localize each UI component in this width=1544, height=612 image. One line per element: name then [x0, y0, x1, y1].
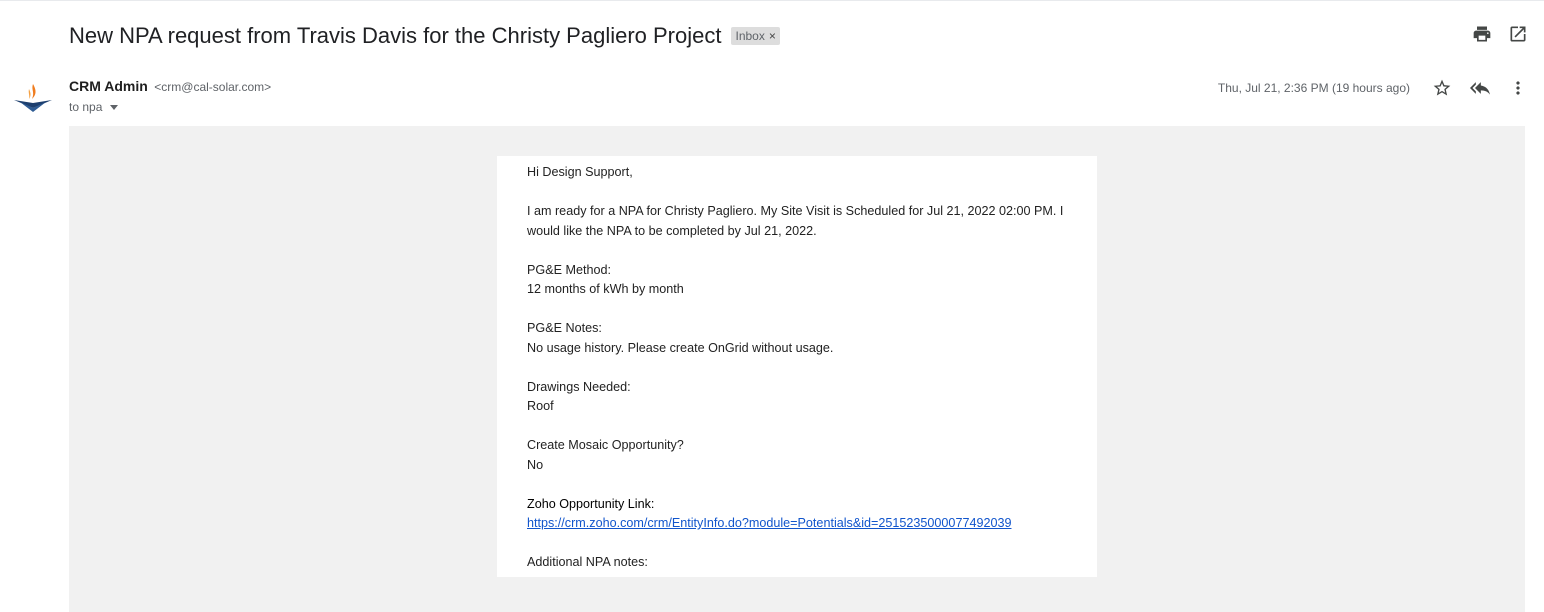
- sender-email: <crm@cal-solar.com>: [154, 80, 272, 94]
- zoho-section: Zoho Opportunity Link: https://crm.zoho.…: [527, 495, 1067, 534]
- drawings-value: Roof: [527, 399, 554, 413]
- sender-block: CRM Admin <crm@cal-solar.com> to npa: [69, 78, 271, 114]
- recipient-text: to npa: [69, 100, 103, 114]
- drawings-label: Drawings Needed:: [527, 379, 631, 394]
- star-icon[interactable]: [1432, 78, 1452, 98]
- pge-method-section: PG&E Method: 12 months of kWh by month: [527, 261, 1067, 300]
- pge-notes-value: No usage history. Please create OnGrid w…: [527, 340, 834, 355]
- mosaic-label: Create Mosaic Opportunity?: [527, 438, 684, 452]
- pge-method-value: 12 months of kWh by month: [527, 282, 684, 296]
- show-details-chevron-down-icon[interactable]: [110, 104, 119, 110]
- message-body-background: Hi Design Support, I am ready for a NPA …: [69, 126, 1525, 612]
- message-card: Hi Design Support, I am ready for a NPA …: [497, 156, 1097, 577]
- remove-label-button[interactable]: ×: [769, 29, 776, 43]
- pge-notes-section: PG&E Notes: No usage history. Please cre…: [527, 319, 1067, 358]
- open-in-new-icon[interactable]: [1508, 24, 1528, 44]
- print-icon[interactable]: [1472, 24, 1492, 44]
- zoho-opportunity-link[interactable]: https://crm.zoho.com/crm/EntityInfo.do?m…: [527, 516, 1011, 530]
- inbox-label-text: Inbox: [735, 29, 765, 43]
- more-vert-icon[interactable]: [1508, 78, 1528, 98]
- subject-row: New NPA request from Travis Davis for th…: [69, 18, 780, 54]
- pge-method-label: PG&E Method:: [527, 262, 611, 277]
- additional-notes-label: Additional NPA notes:: [527, 555, 648, 569]
- message-content: Hi Design Support, I am ready for a NPA …: [497, 156, 1097, 573]
- sender-name[interactable]: CRM Admin: [69, 78, 148, 94]
- message-date: Thu, Jul 21, 2:36 PM (19 hours ago): [1217, 81, 1410, 95]
- email-subject: New NPA request from Travis Davis for th…: [69, 23, 722, 48]
- reply-all-icon[interactable]: [1470, 78, 1490, 98]
- drawings-section: Drawings Needed: Roof: [527, 378, 1067, 417]
- inbox-label-chip[interactable]: Inbox ×: [731, 27, 780, 45]
- intro-paragraph: I am ready for a NPA for Christy Paglier…: [527, 204, 1064, 238]
- additional-notes-section: Additional NPA notes:: [527, 553, 1067, 573]
- subject-actions: [1472, 24, 1528, 44]
- message-meta: Thu, Jul 21, 2:36 PM (19 hours ago): [1218, 78, 1528, 98]
- top-divider: [0, 0, 1544, 1]
- greeting: Hi Design Support,: [527, 165, 633, 179]
- zoho-label: Zoho Opportunity Link:: [527, 496, 655, 511]
- recipient-line: to npa: [69, 100, 271, 114]
- cal-solar-logo: [14, 84, 52, 112]
- sender-avatar[interactable]: [12, 78, 54, 120]
- mosaic-value: No: [527, 457, 544, 472]
- mosaic-section: Create Mosaic Opportunity? No: [527, 436, 1067, 475]
- pge-notes-label: PG&E Notes:: [527, 321, 602, 335]
